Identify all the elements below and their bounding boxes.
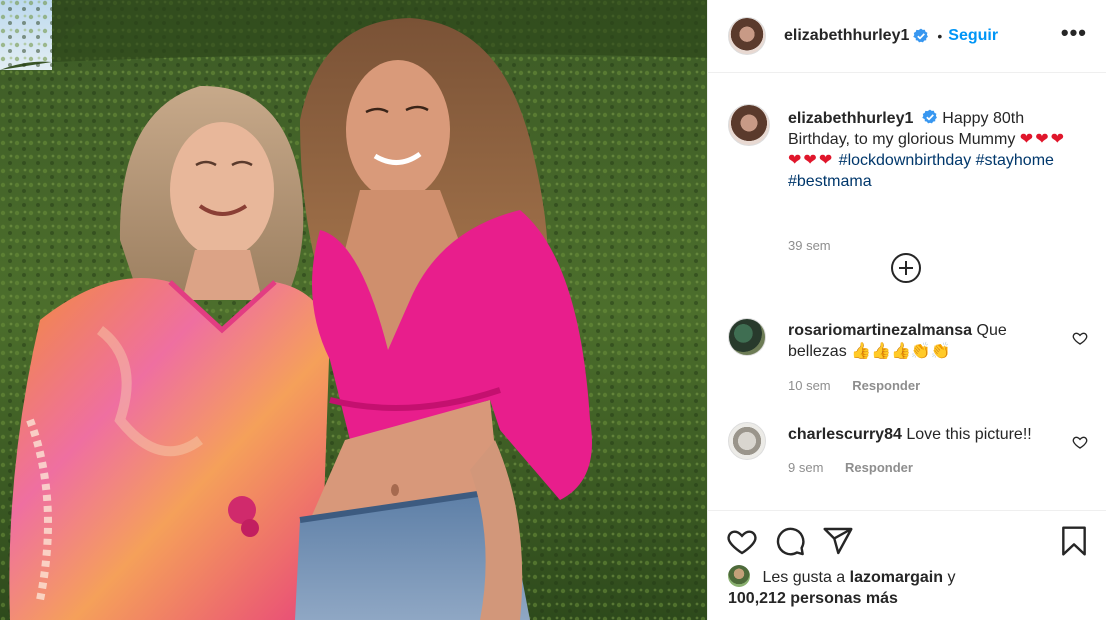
photo-image <box>0 0 707 620</box>
comments-section[interactable]: elizabethhurley1 Happy 80th Birthday, to… <box>708 74 1106 510</box>
likes-summary: Les gusta a lazomargain y 100,212 person… <box>728 565 1088 609</box>
post-header: elizabethhurley1 • Seguir ••• <box>708 0 1106 73</box>
comment-text: rosariomartinezalmansa Que bellezas 👍👍👍👏… <box>788 320 1058 362</box>
caption-time[interactable]: 39 sem <box>788 238 831 253</box>
caption-author-avatar[interactable] <box>728 104 770 146</box>
comment-like-heart-icon[interactable] <box>1072 330 1088 346</box>
more-options-icon[interactable]: ••• <box>1061 22 1087 44</box>
comment-text: charlescurry84 Love this picture!! <box>788 424 1058 445</box>
post-actions: Les gusta a lazomargain y 100,212 person… <box>708 510 1106 620</box>
hashtag-link[interactable]: #bestmama <box>788 173 872 190</box>
caption-username[interactable]: elizabethhurley1 <box>788 110 913 127</box>
likes-prefix: Les gusta a <box>762 569 846 586</box>
liker-username[interactable]: lazomargain <box>850 569 943 586</box>
post-side-panel: elizabethhurley1 • Seguir ••• elizabethh… <box>707 0 1106 620</box>
comment-time[interactable]: 10 sem <box>788 378 831 393</box>
author-username[interactable]: elizabethhurley1 <box>784 27 909 45</box>
comment-time[interactable]: 9 sem <box>788 460 823 475</box>
likes-and: y <box>947 569 956 586</box>
load-more-comments-icon[interactable] <box>891 253 921 283</box>
comment-body: Love this picture!! <box>906 426 1032 443</box>
comment-meta: 10 sem Responder <box>788 378 920 393</box>
comment-meta: 9 sem Responder <box>788 460 913 475</box>
follow-button[interactable]: Seguir <box>948 27 998 45</box>
header-separator: • <box>937 28 943 44</box>
post-photo[interactable] <box>0 0 707 620</box>
hashtag-link[interactable]: #lockdownbirthday <box>839 152 972 169</box>
verified-badge-icon <box>913 28 929 43</box>
commenter-avatar[interactable] <box>728 422 766 460</box>
comment-username[interactable]: charlescurry84 <box>788 426 902 443</box>
comment-username[interactable]: rosariomartinezalmansa <box>788 322 972 339</box>
heart-icon[interactable] <box>726 525 758 557</box>
caption-text: elizabethhurley1 Happy 80th Birthday, to… <box>788 108 1078 192</box>
hashtag-link[interactable]: #stayhome <box>976 152 1054 169</box>
likes-count[interactable]: 100,212 personas más <box>728 590 898 607</box>
bookmark-icon[interactable] <box>1058 525 1090 557</box>
liker-avatar[interactable] <box>728 565 750 587</box>
comment-icon[interactable] <box>774 525 806 557</box>
commenter-avatar[interactable] <box>728 318 766 356</box>
author-avatar[interactable] <box>728 17 766 55</box>
share-icon[interactable] <box>822 525 854 557</box>
reply-button[interactable]: Responder <box>852 378 920 393</box>
comment-like-heart-icon[interactable] <box>1072 434 1088 450</box>
reply-button[interactable]: Responder <box>845 460 913 475</box>
verified-badge-icon <box>922 109 937 124</box>
